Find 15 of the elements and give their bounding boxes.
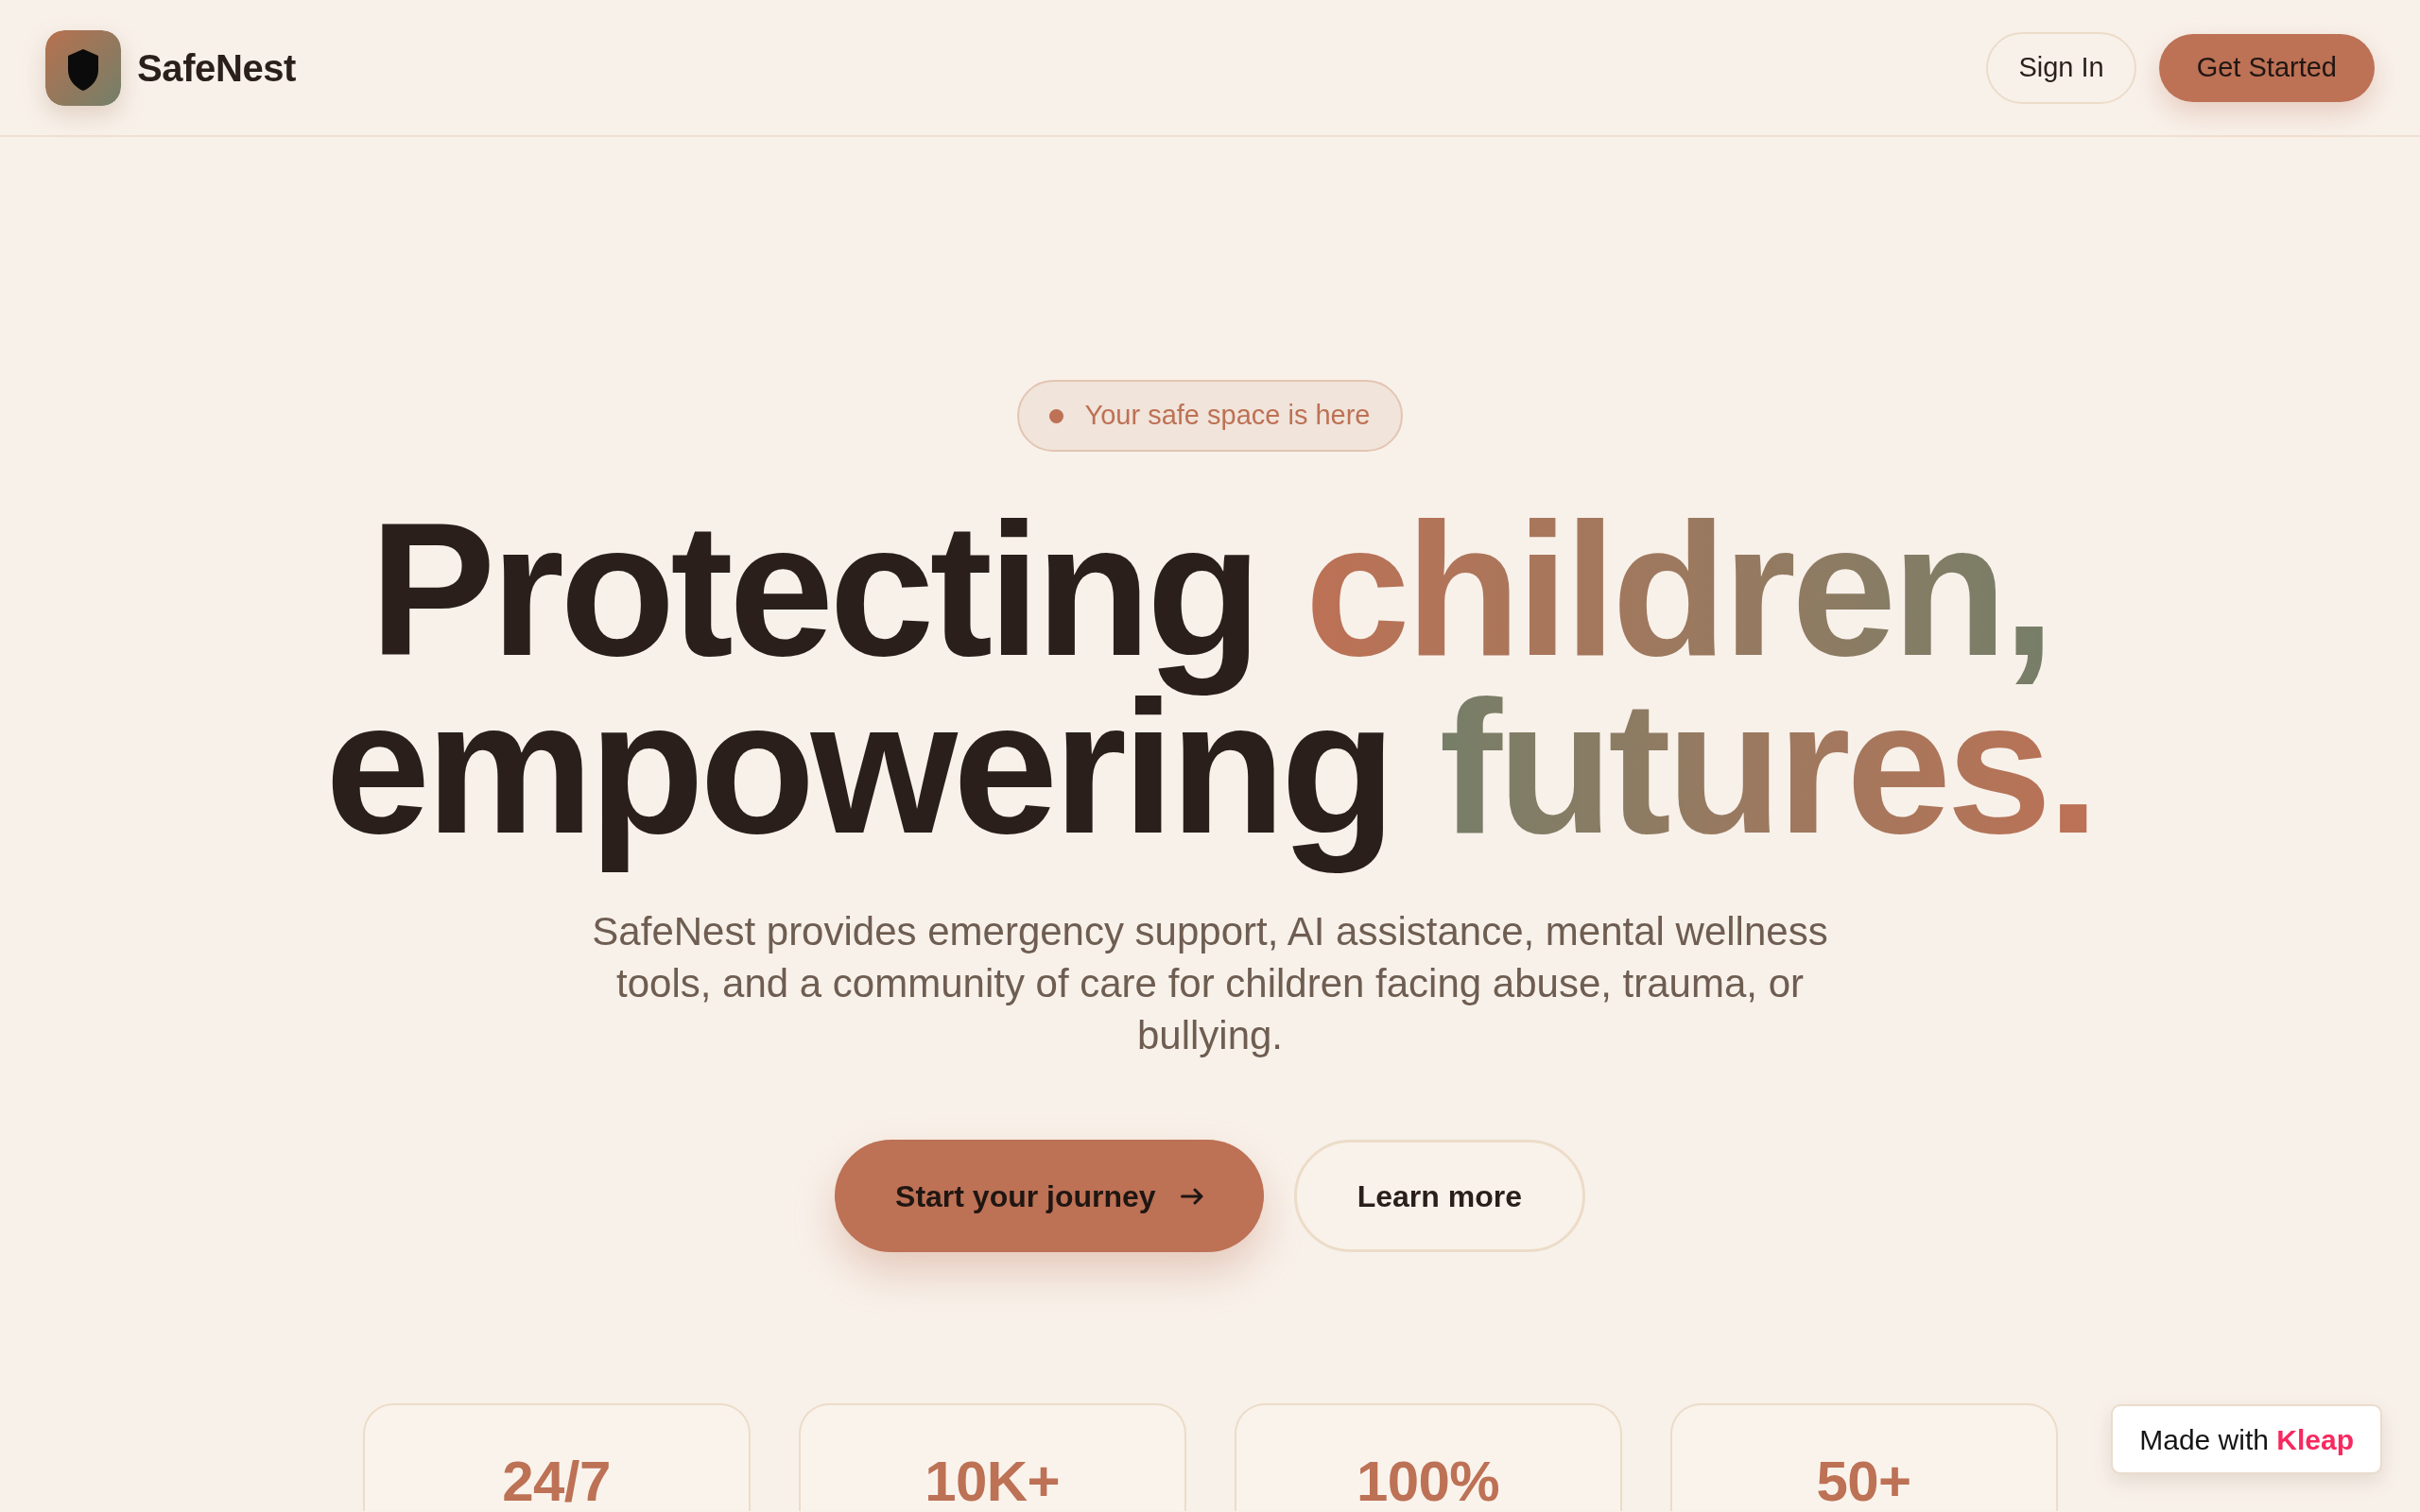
stat-value: 10K+ [925, 1453, 1060, 1510]
made-with-kleap-link[interactable]: Made with Kleap [2111, 1404, 2382, 1474]
shield-logo-icon [45, 29, 121, 106]
stat-value: 100% [1356, 1453, 1500, 1510]
start-journey-button[interactable]: Start your journey [835, 1140, 1264, 1252]
sign-in-button[interactable]: Sign In [1986, 31, 2136, 104]
stat-value: 50+ [1816, 1453, 1911, 1510]
stat-value: 24/7 [502, 1453, 611, 1510]
learn-more-button[interactable]: Learn more [1293, 1140, 1585, 1252]
brand-name: SafeNest [137, 45, 296, 91]
get-started-button[interactable]: Get Started [2158, 33, 2375, 102]
hero-heading: Protecting children, empowering futures. [325, 483, 2095, 875]
hero-description: SafeNest provides emergency support, AI assistance, mental wellness tools, and a community of care for children facing abuse, trauma, or bullying. [591, 908, 1829, 1059]
tagline-text: Your safe space is here [1084, 399, 1371, 433]
arrow-right-icon [1180, 1187, 1203, 1205]
